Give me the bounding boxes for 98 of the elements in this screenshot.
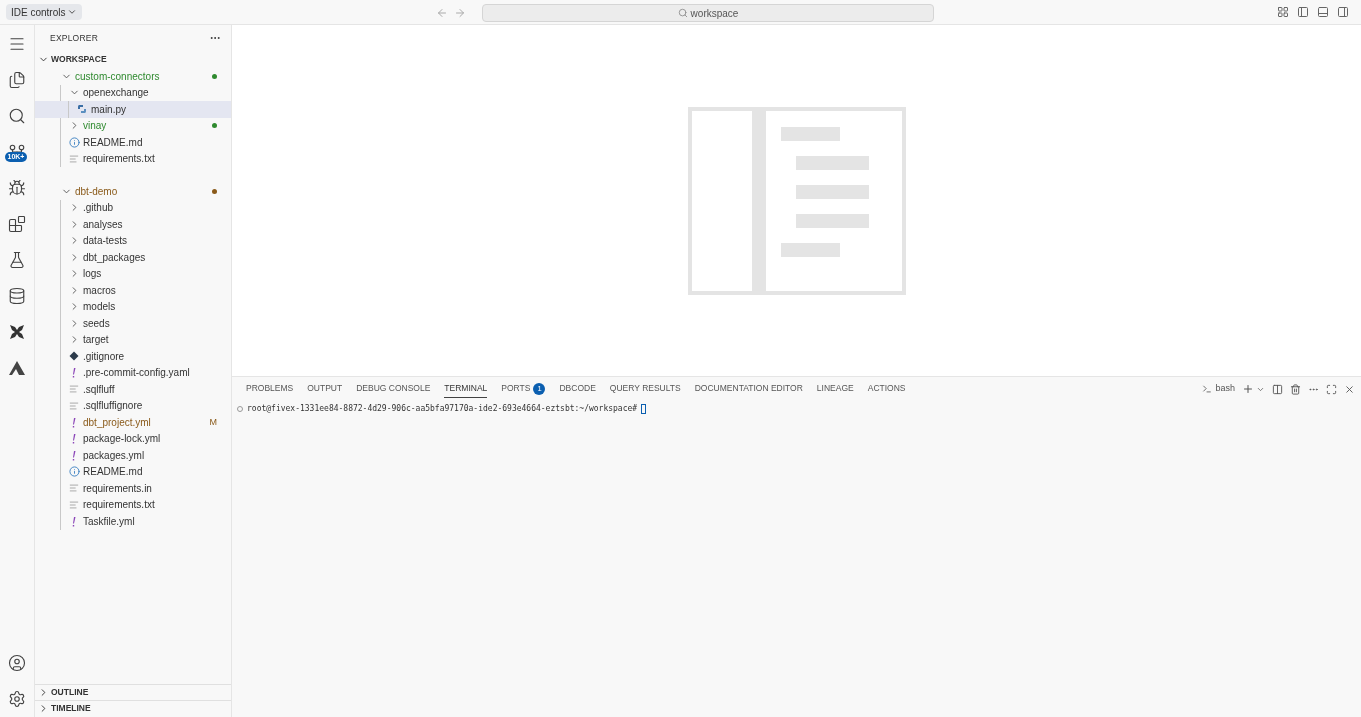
secondary-sidebar-icon[interactable] — [1337, 6, 1349, 18]
tree-item[interactable]: macros — [35, 282, 231, 299]
panel-tab[interactable]: QUERY RESULTS — [609, 380, 681, 398]
tree-item[interactable]: .sqlfluffignore — [35, 397, 231, 414]
cursor-icon — [641, 404, 647, 414]
file-name: dbt_packages — [83, 250, 146, 265]
modified-label: M — [209, 415, 217, 429]
tree-item[interactable]: dbt_project.yml M — [35, 414, 231, 431]
tree-item[interactable]: main.py — [35, 101, 231, 118]
file-name: .sqlfluff — [83, 382, 115, 397]
tree-item[interactable]: .sqlfluff — [35, 381, 231, 398]
file-name: seeds — [83, 316, 110, 331]
file-name: .pre-commit-config.yaml — [83, 366, 190, 381]
python-icon — [77, 104, 87, 115]
tree-item[interactable]: dbt_packages — [35, 249, 231, 266]
lines-icon — [69, 400, 79, 411]
add-terminal-icon[interactable] — [1242, 383, 1254, 395]
sidebar-toggle-icon[interactable] — [1297, 6, 1309, 18]
panel-tab[interactable]: OUTPUT — [307, 380, 343, 398]
tree-item[interactable]: README.md — [35, 463, 231, 480]
tree-item[interactable]: requirements.in — [35, 480, 231, 497]
file-name: custom-connectors — [75, 69, 160, 84]
tree-item[interactable]: data-tests — [35, 232, 231, 249]
lines-icon — [69, 483, 79, 494]
file-name: requirements.txt — [83, 152, 155, 167]
file-name: openexchange — [83, 86, 149, 101]
tree-item[interactable]: .gitignore — [35, 348, 231, 365]
panel-tab[interactable]: ACTIONS — [867, 380, 906, 398]
tree-item[interactable]: .pre-commit-config.yaml — [35, 364, 231, 381]
file-name: logs — [83, 267, 102, 282]
file-name: README.md — [83, 465, 143, 480]
diamond-icon — [69, 351, 79, 362]
section-title: WORKSPACE — [51, 53, 107, 66]
maximize-icon[interactable] — [1326, 383, 1337, 395]
explorer-title: EXPLORER — [50, 31, 98, 45]
panel-tab[interactable]: DOCUMENTATION EDITOR — [694, 380, 803, 398]
panel-tab[interactable]: DBCODE — [559, 380, 596, 398]
panel-tab[interactable]: TERMINAL — [444, 380, 488, 398]
lines-icon — [69, 153, 79, 164]
tree-item[interactable]: vinay — [35, 117, 231, 134]
file-name: models — [83, 300, 116, 315]
terminal-icon — [1202, 384, 1213, 394]
terminal-prompt: root@fivex-1331ee84-8872-4d29-906c-aa5bfa97170a-ide2-693e4664-eztsbt:~/workspace# — [247, 403, 638, 415]
tree-item[interactable]: logs — [35, 265, 231, 282]
section-title: TIMELINE — [51, 702, 91, 715]
info-icon — [68, 466, 80, 478]
section-header[interactable]: WORKSPACE — [35, 51, 231, 68]
terminal-profile-button[interactable]: bash — [1202, 382, 1235, 396]
file-name: dbt-demo — [75, 184, 118, 199]
file-name: Taskfile.yml — [83, 514, 135, 529]
lines-icon — [69, 499, 79, 510]
file-name: .github — [83, 201, 114, 216]
section-title: OUTLINE — [51, 686, 89, 699]
ide-controls-button[interactable]: IDE controls — [6, 4, 83, 20]
file-name: vinay — [83, 119, 107, 134]
tree-item[interactable]: dbt-demo — [35, 183, 231, 200]
file-name: dbt_project.yml — [83, 415, 151, 430]
tree-item[interactable]: requirements.txt — [35, 496, 231, 513]
search-text: workspace — [690, 6, 739, 21]
tree-item[interactable]: custom-connectors — [35, 68, 231, 85]
close-icon[interactable] — [1344, 383, 1355, 395]
file-name: data-tests — [83, 234, 127, 249]
file-name: analyses — [83, 217, 123, 232]
info-icon — [68, 136, 80, 148]
section-header[interactable]: OUTLINE — [35, 684, 231, 700]
panel-tab[interactable]: LINEAGE — [816, 380, 854, 398]
section-header[interactable]: TIMELINE — [35, 700, 231, 716]
search-icon — [677, 8, 688, 18]
file-name: requirements.in — [83, 481, 152, 496]
panel-tab[interactable]: DEBUG CONSOLE — [356, 380, 431, 398]
tree-item[interactable]: analyses — [35, 216, 231, 233]
tree-item[interactable]: Taskfile.yml — [35, 513, 231, 530]
caret-icon — [67, 7, 78, 17]
layout-icon[interactable] — [1277, 6, 1289, 18]
tree-item[interactable]: openexchange — [35, 84, 231, 101]
tree-item[interactable]: seeds — [35, 315, 231, 332]
file-name: package-lock.yml — [83, 432, 161, 447]
panel-tab[interactable]: PROBLEMS — [246, 380, 294, 398]
file-name: packages.yml — [83, 448, 145, 463]
lines-icon — [69, 384, 79, 395]
panel-toggle-icon[interactable] — [1317, 6, 1329, 18]
command-search-field[interactable]: workspace — [482, 4, 934, 22]
file-name: main.py — [91, 102, 126, 117]
file-name: requirements.txt — [83, 498, 155, 513]
file-name: .sqlfluffignore — [83, 399, 143, 414]
trash-icon[interactable] — [1290, 383, 1301, 395]
file-name: .gitignore — [83, 349, 125, 364]
tree-item[interactable]: .github — [35, 199, 231, 216]
file-name: target — [83, 333, 109, 348]
tree-item[interactable]: target — [35, 331, 231, 348]
tree-item[interactable]: requirements.txt — [35, 150, 231, 167]
tree-item[interactable]: README.md — [35, 134, 231, 151]
file-name: README.md — [83, 135, 143, 150]
file-name: macros — [83, 283, 116, 298]
tree-item[interactable]: models — [35, 298, 231, 315]
tree-item[interactable]: package-lock.yml — [35, 430, 231, 447]
tree-item[interactable]: packages.yml — [35, 447, 231, 464]
split-icon[interactable] — [1272, 383, 1283, 395]
